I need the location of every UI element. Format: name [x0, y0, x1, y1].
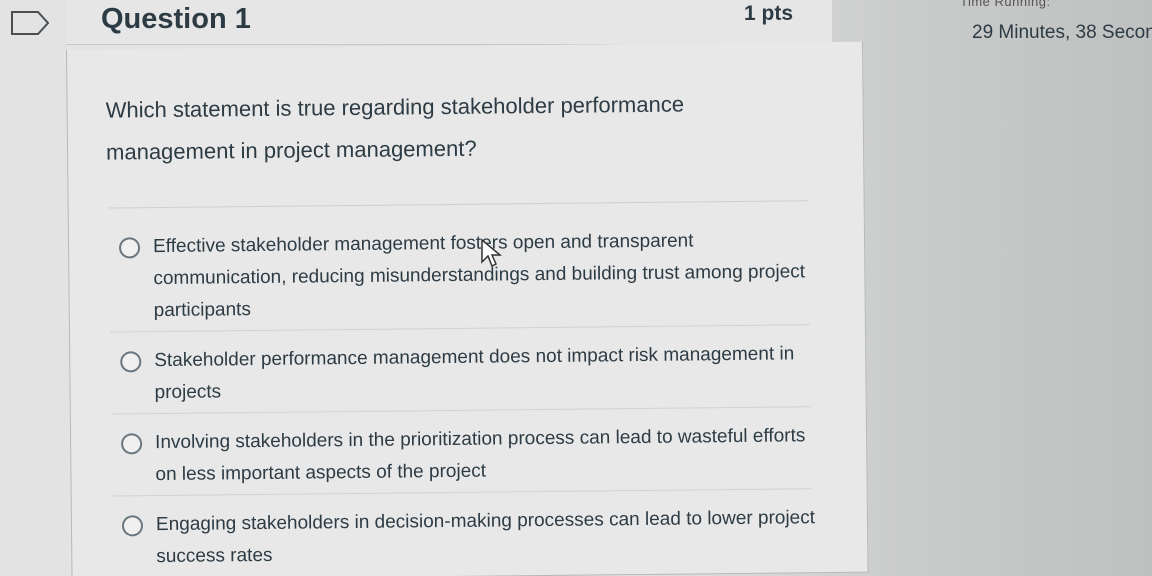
question-points: 1 pts — [744, 2, 794, 25]
answer-label[interactable]: Involving stakeholders in the prioritiza… — [155, 420, 816, 491]
answer-label[interactable]: Stakeholder performance management does … — [154, 338, 815, 409]
question-header: Question 1 1 pts — [66, 0, 832, 45]
radio-button[interactable] — [120, 351, 142, 373]
quiz-page: Question 1 1 pts Which statement is true… — [0, 0, 1152, 576]
answer-option-3[interactable]: Involving stakeholders in the prioritiza… — [121, 420, 811, 485]
answer-label[interactable]: Engaging stakeholders in decision-making… — [156, 502, 817, 573]
radio-button[interactable] — [121, 515, 144, 537]
question-text: Which statement is true regarding stakeh… — [105, 91, 685, 165]
question-card: Which statement is true regarding stakeh… — [66, 41, 869, 576]
timer-label: Time Running: — [960, 0, 1051, 9]
answer-option-1[interactable]: Effective stakeholder management fosters… — [118, 224, 809, 321]
answer-option-4[interactable]: Engaging stakeholders in decision-making… — [121, 502, 815, 567]
radio-button[interactable] — [118, 237, 141, 259]
answer-option-2[interactable]: Stakeholder performance management does … — [120, 338, 810, 403]
question-divider — [108, 200, 809, 209]
question-title: Question 1 — [101, 3, 251, 35]
mouse-pointer-icon — [481, 238, 502, 268]
timer-value: 29 Minutes, 38 Secon — [972, 22, 1152, 43]
radio-button[interactable] — [121, 433, 143, 455]
question-flag-column — [0, 0, 68, 576]
flag-icon[interactable] — [10, 10, 50, 36]
